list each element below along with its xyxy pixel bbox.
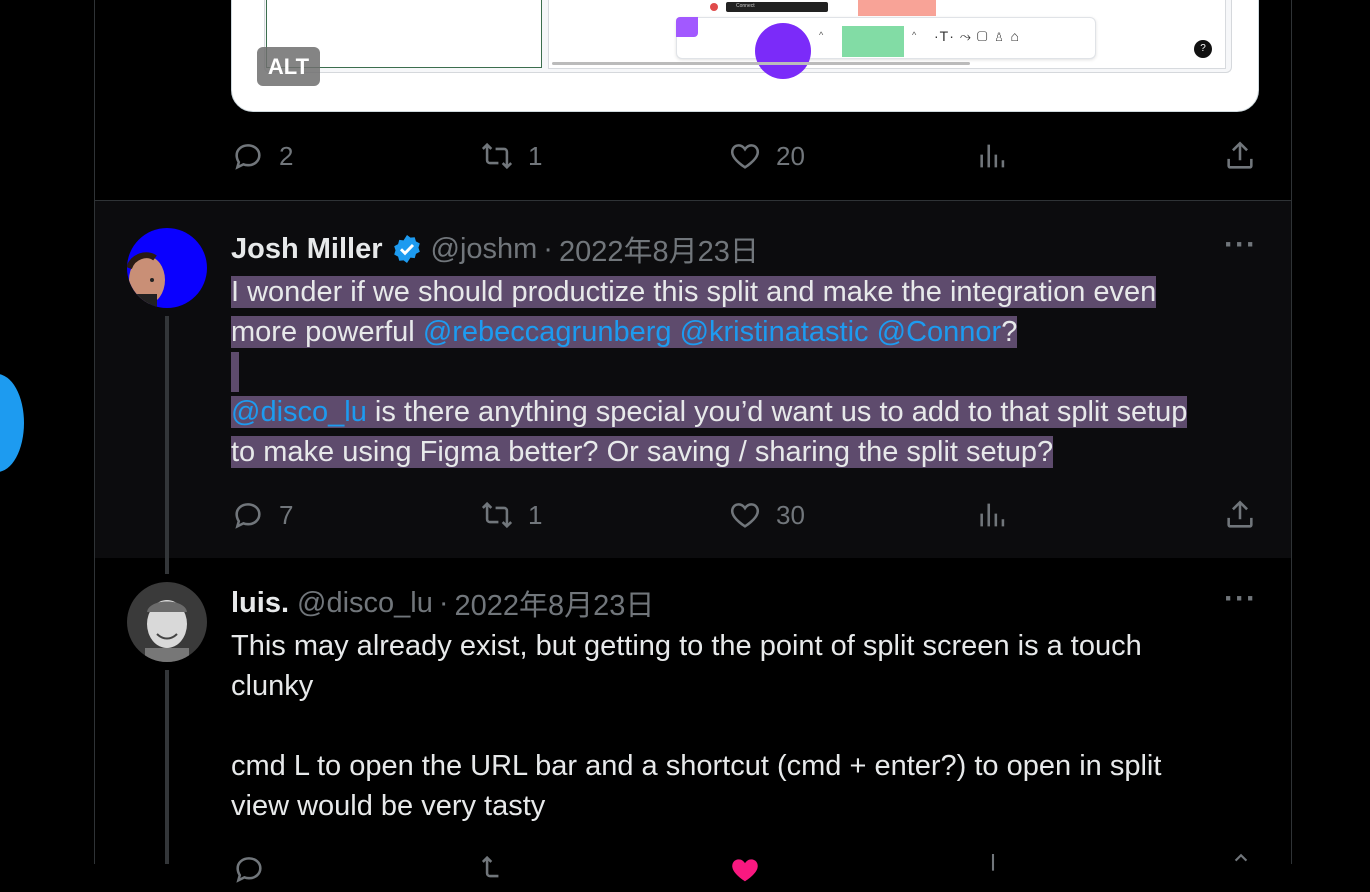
author-name[interactable]: Josh Miller: [231, 233, 383, 266]
post-header: luis. @disco_lu · 2022年8月23日: [231, 582, 654, 624]
repost-count: 1: [528, 140, 543, 171]
reply-count: 2: [279, 140, 294, 171]
media-green-shape: [842, 26, 904, 57]
selection-blank-line: [231, 352, 239, 392]
post-text-line: view would be very tasty: [231, 790, 546, 822]
like-button[interactable]: 30: [728, 498, 805, 532]
alt-text-badge[interactable]: ALT: [257, 47, 320, 86]
reply-count: 7: [279, 499, 294, 530]
post-text: I wonder if we should productize this sp…: [231, 272, 1157, 312]
share-icon: [1227, 500, 1253, 528]
author-handle[interactable]: @disco_lu: [297, 587, 433, 620]
avatar-luis-image: [127, 582, 207, 662]
mention-link[interactable]: @rebeccagrunberg: [422, 316, 672, 348]
media-scrollbar: [552, 62, 970, 65]
heart-icon: [730, 503, 760, 528]
avatar-josh-image: [127, 228, 207, 308]
media-salmon-shape: [858, 0, 936, 16]
header-separator: ·: [438, 586, 449, 619]
post-text: @disco_lu is there anything special you’…: [231, 392, 1188, 432]
media-tool-icons: ·T· ⤳ ▢ ♙ ⌂: [934, 28, 1020, 44]
author-name[interactable]: luis.: [231, 587, 289, 620]
post-text: to make using Figma better? Or saving / …: [231, 432, 1054, 472]
post-date[interactable]: 2022年8月23日: [559, 228, 759, 270]
views-icon: [980, 503, 1005, 527]
post-text-line: This may already exist, but getting to t…: [231, 630, 1142, 662]
mention-link[interactable]: @disco_lu: [231, 396, 367, 428]
repost-count: 1: [528, 499, 543, 530]
text-segment: more powerful: [231, 316, 423, 348]
thread-line: [165, 670, 169, 864]
repost-button[interactable]: 1: [480, 139, 542, 173]
thread-line: [165, 316, 169, 574]
views-icon: [980, 144, 1005, 168]
reply-icon: [235, 144, 261, 170]
compose-fab-partial[interactable]: [0, 374, 24, 472]
timeline-right-border: [1291, 0, 1292, 864]
more-options-icon[interactable]: ···: [1224, 582, 1257, 616]
media-record-dot: [710, 3, 718, 11]
media-help-icon: ?: [1194, 40, 1212, 58]
post-header: Josh Miller @joshm · 2022年8月23日: [231, 228, 759, 270]
avatar[interactable]: [127, 582, 207, 662]
repost-icon: [481, 501, 513, 529]
media-caret-icon: ^: [912, 30, 917, 40]
share-icon: [1227, 141, 1253, 169]
post-date[interactable]: 2022年8月23日: [455, 582, 655, 624]
reply-icon[interactable]: [232, 852, 266, 891]
reply-button[interactable]: 2: [231, 139, 293, 173]
media-purple-circle: [755, 23, 811, 79]
header-separator: ·: [543, 232, 553, 265]
repost-icon: [481, 142, 513, 170]
more-options-icon[interactable]: ···: [1224, 228, 1257, 262]
repost-button[interactable]: 1: [480, 498, 542, 532]
verified-badge-icon: [393, 235, 420, 263]
like-count: 20: [776, 140, 805, 171]
text-line: to make using Figma better? Or saving / …: [231, 436, 1054, 468]
like-button[interactable]: 20: [728, 139, 805, 173]
mention-link[interactable]: @kristinatastic: [679, 316, 869, 348]
media-cursor-tool: [676, 17, 698, 37]
share-button[interactable]: [1223, 498, 1257, 532]
mention-link[interactable]: @Connor: [876, 316, 1002, 348]
views-button[interactable]: [976, 498, 1010, 532]
repost-icon[interactable]: [480, 852, 514, 891]
share-icon[interactable]: [1228, 852, 1254, 883]
text-segment: is there anything special you’d want us …: [366, 396, 1188, 428]
author-handle[interactable]: @joshm: [431, 233, 538, 266]
share-button[interactable]: [1223, 139, 1257, 173]
views-button[interactable]: [976, 139, 1010, 173]
reply-button[interactable]: 7: [231, 498, 293, 532]
like-count: 30: [776, 499, 805, 530]
liked-heart-icon[interactable]: [728, 853, 762, 882]
text-line: I wonder if we should productize this sp…: [231, 276, 1157, 308]
post-text: more powerful @rebeccagrunberg @kristina…: [231, 312, 1018, 352]
media-dark-bar: Connect: [726, 2, 828, 12]
text-segment: ?: [1001, 316, 1018, 348]
post-text-line: cmd L to open the URL bar and a shortcut…: [231, 750, 1162, 782]
reply-icon: [235, 503, 261, 529]
post-text-line: clunky: [231, 670, 314, 702]
views-icon[interactable]: [983, 854, 1003, 879]
media-caret-icon: ^: [819, 30, 824, 40]
heart-icon: [730, 144, 760, 169]
avatar[interactable]: [127, 228, 207, 308]
